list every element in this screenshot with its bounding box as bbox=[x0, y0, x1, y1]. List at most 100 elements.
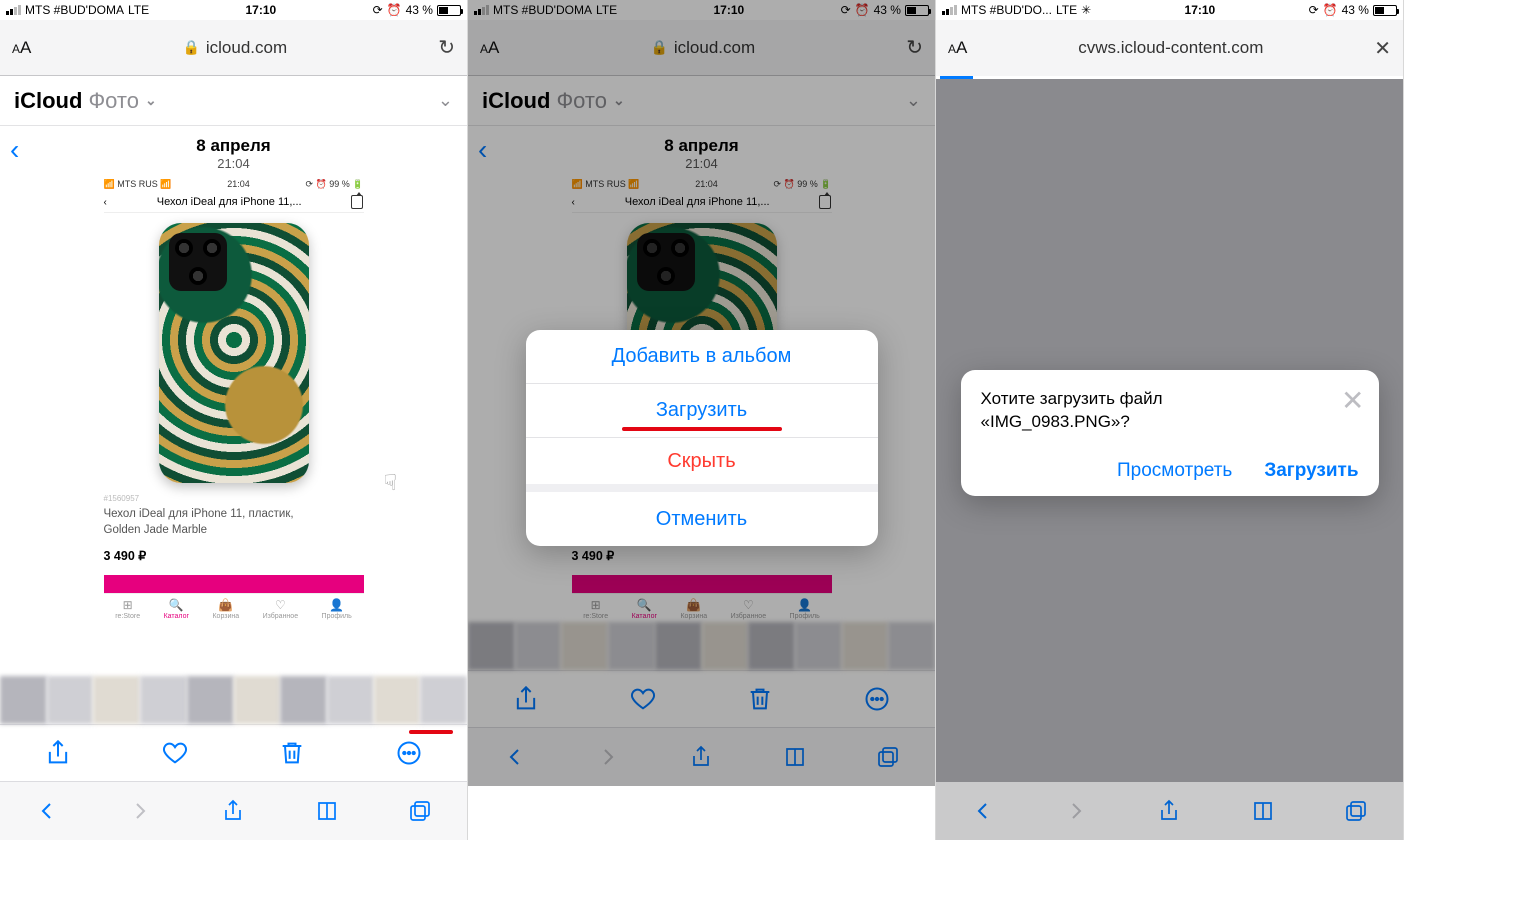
back-chevron-icon[interactable]: ‹ bbox=[10, 134, 19, 166]
trash-icon bbox=[746, 685, 774, 713]
screenshot-panel-1: MTS #BUD'DOMA LTE 17:10 ⟳ ⏰ 43 % AA 🔒 ic… bbox=[0, 0, 468, 840]
icloud-app-header: iCloud Фото ⌄ ⌄ bbox=[0, 76, 467, 126]
action-sheet: Добавить в альбом Загрузить Скрыть Отмен… bbox=[526, 330, 878, 546]
sheet-download[interactable]: Загрузить bbox=[526, 384, 878, 438]
clock-label: 17:10 bbox=[1185, 3, 1216, 17]
icloud-section-name[interactable]: Фото bbox=[88, 88, 139, 114]
phone-case-image bbox=[159, 223, 309, 483]
screenshot-panel-2: MTS #BUD'DOMA LTE 17:10 ⟳ ⏰ 43 % AA 🔒 ic… bbox=[468, 0, 936, 840]
lock-icon: 🔒 bbox=[182, 39, 199, 56]
annotation-underline bbox=[622, 427, 782, 431]
signal-icon bbox=[942, 5, 957, 15]
more-icon[interactable] bbox=[395, 739, 423, 767]
chevron-down-icon: ⌄ bbox=[906, 90, 921, 111]
product-sku: #1560957 bbox=[104, 494, 364, 503]
icloud-app-name[interactable]: iCloud bbox=[14, 88, 82, 114]
battery-pct: 43 % bbox=[1342, 3, 1369, 17]
photo-time: 21:04 bbox=[0, 156, 467, 171]
alarm-icon: ⏰ bbox=[1323, 3, 1338, 17]
rotation-lock-icon: ⟳ bbox=[841, 3, 851, 17]
safari-bottom-nav bbox=[936, 782, 1403, 840]
url-domain: icloud.com bbox=[674, 38, 755, 58]
inner-back-icon: ‹ bbox=[104, 197, 107, 208]
nav-forward-icon[interactable] bbox=[128, 799, 152, 823]
photo-date-header: ‹ 8 апреля 21:04 bbox=[0, 126, 467, 177]
rotation-lock-icon: ⟳ bbox=[373, 3, 383, 17]
camera-module bbox=[169, 233, 227, 291]
nav-tabs-icon[interactable] bbox=[1344, 799, 1368, 823]
nav-bookmarks-icon[interactable] bbox=[1251, 799, 1275, 823]
nav-back-icon[interactable] bbox=[971, 799, 995, 823]
photo-action-bar bbox=[0, 724, 467, 782]
photo-action-bar bbox=[468, 670, 935, 728]
heart-icon bbox=[629, 685, 657, 713]
clock-label: 17:10 bbox=[714, 3, 745, 17]
battery-pct: 43 % bbox=[406, 3, 433, 17]
close-icon[interactable]: ✕ bbox=[1374, 36, 1391, 61]
pointer-hand-icon: ☟ bbox=[384, 470, 397, 496]
carrier-label: MTS #BUD'DOMA bbox=[25, 3, 124, 17]
status-bar: MTS #BUD'DOMA LTE 17:10 ⟳ ⏰ 43 % bbox=[0, 0, 467, 20]
chevron-down-icon[interactable]: ⌄ bbox=[145, 92, 157, 109]
sheet-hide[interactable]: Скрыть bbox=[526, 438, 878, 492]
nav-share-icon[interactable] bbox=[221, 799, 245, 823]
signal-icon bbox=[474, 5, 489, 15]
share-icon[interactable] bbox=[44, 739, 72, 767]
screenshot-panel-3: MTS #BUD'DO... LTE ✳︎ 17:10 ⟳ ⏰ 43 % AA … bbox=[936, 0, 1404, 840]
product-info: #1560957 Чехол iDeal для iPhone 11, плас… bbox=[104, 488, 364, 569]
loading-icon: ✳︎ bbox=[1081, 3, 1091, 17]
annotation-underline bbox=[409, 730, 453, 734]
safari-bottom-nav bbox=[0, 782, 467, 840]
clock-label: 17:10 bbox=[246, 3, 277, 17]
back-chevron-icon: ‹ bbox=[478, 134, 487, 166]
chevron-down-icon[interactable]: ⌄ bbox=[438, 90, 453, 111]
product-desc: Чехол iDeal для iPhone 11, пластик, Gold… bbox=[104, 507, 364, 538]
safari-url-bar[interactable]: AA 🔒 icloud.com ↻ bbox=[468, 20, 935, 76]
inner-nav-bar: ‹ Чехол iDeal для iPhone 11,... bbox=[104, 192, 364, 213]
share-icon bbox=[512, 685, 540, 713]
product-price: 3 490 ₽ bbox=[104, 548, 364, 563]
dialog-view-button[interactable]: Просмотреть bbox=[1117, 460, 1232, 482]
nav-forward-icon[interactable] bbox=[1064, 799, 1088, 823]
nav-bookmarks-icon[interactable] bbox=[315, 799, 339, 823]
photo-date: 8 апреля bbox=[0, 136, 467, 156]
carrier-label: MTS #BUD'DOMA bbox=[493, 3, 592, 17]
photo-content[interactable]: 📶 MTS RUS 📶 21:04 ⟳ ⏰ 99 % 🔋 ‹ Чехол iDe… bbox=[0, 177, 467, 676]
nav-tabs-icon[interactable] bbox=[408, 799, 432, 823]
url-domain: cvws.icloud-content.com bbox=[1078, 38, 1263, 58]
photo-date-header: ‹ 8 апреля 21:04 bbox=[468, 126, 935, 177]
text-size-button[interactable]: AA bbox=[480, 38, 499, 58]
text-size-button[interactable]: AA bbox=[12, 38, 31, 58]
buy-button bbox=[104, 575, 364, 593]
dialog-filename: IMG_0983.PNG bbox=[981, 412, 1130, 431]
signal-icon bbox=[6, 5, 21, 15]
dialog-download-button[interactable]: Загрузить bbox=[1264, 460, 1358, 482]
sheet-add-to-album[interactable]: Добавить в альбом bbox=[526, 330, 878, 384]
close-icon[interactable]: ✕ bbox=[1341, 384, 1364, 417]
nav-back-icon[interactable] bbox=[35, 799, 59, 823]
reload-icon[interactable]: ↻ bbox=[438, 35, 455, 60]
inner-product-title: Чехол iDeal для iPhone 11,... bbox=[157, 196, 302, 208]
battery-icon bbox=[437, 5, 461, 16]
battery-pct: 43 % bbox=[874, 3, 901, 17]
dialog-question: Хотите загрузить файл bbox=[981, 389, 1163, 408]
safari-url-bar[interactable]: AA cvws.icloud-content.com ✕ bbox=[936, 20, 1403, 76]
alarm-icon: ⏰ bbox=[387, 3, 402, 17]
safari-url-bar[interactable]: AA 🔒 icloud.com ↻ bbox=[0, 20, 467, 76]
nav-share-icon[interactable] bbox=[1157, 799, 1181, 823]
rotation-lock-icon: ⟳ bbox=[1309, 3, 1319, 17]
sheet-cancel[interactable]: Отменить bbox=[526, 492, 878, 546]
carrier-label: MTS #BUD'DO... bbox=[961, 3, 1052, 17]
thumbnail-strip[interactable] bbox=[0, 676, 467, 724]
battery-icon bbox=[905, 5, 929, 16]
reload-icon[interactable]: ↻ bbox=[906, 35, 923, 60]
thumbnail-strip bbox=[468, 622, 935, 670]
inner-bottom-tabs: ⊞re:Store 🔍Каталог 👜Корзина ♡Избранное 👤… bbox=[104, 593, 364, 622]
text-size-button[interactable]: AA bbox=[948, 38, 967, 58]
battery-icon bbox=[1373, 5, 1397, 16]
status-bar: MTS #BUD'DOMA LTE 17:10 ⟳ ⏰ 43 % bbox=[468, 0, 935, 20]
icloud-app-header: iCloud Фото ⌄ ⌄ bbox=[468, 76, 935, 126]
heart-icon[interactable] bbox=[161, 739, 189, 767]
status-bar: MTS #BUD'DO... LTE ✳︎ 17:10 ⟳ ⏰ 43 % bbox=[936, 0, 1403, 20]
trash-icon[interactable] bbox=[278, 739, 306, 767]
